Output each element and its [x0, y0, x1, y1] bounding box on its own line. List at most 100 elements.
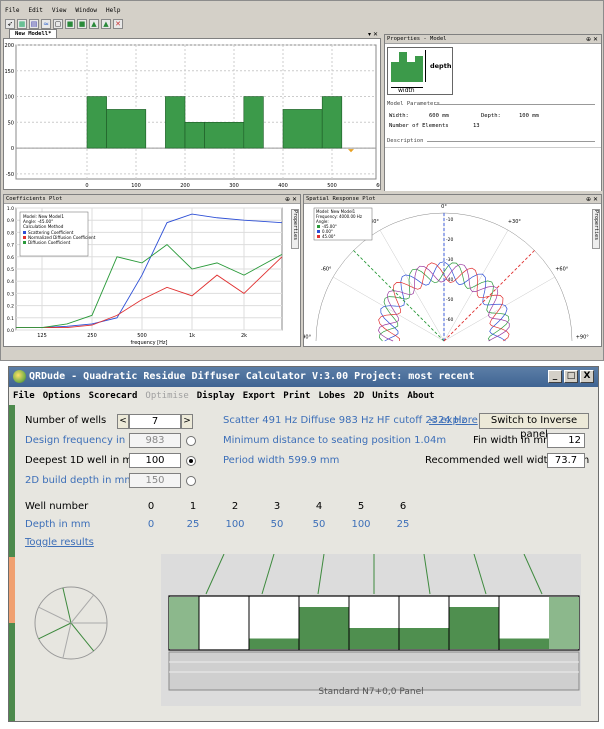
x-tick-label: 600	[376, 183, 380, 189]
elements-key: Number of Elements	[389, 123, 449, 129]
y-tick-label: -50	[6, 172, 14, 178]
left-accent-strip	[9, 405, 15, 721]
phase-dial	[34, 586, 108, 660]
triangle-tool-icon[interactable]: ▲	[89, 19, 99, 29]
build-depth-radio[interactable]	[186, 476, 196, 486]
menu-edit[interactable]: Edit	[28, 7, 42, 14]
close-icon[interactable]: ⊕ ✕	[586, 35, 598, 44]
explore-link[interactable]: < explore	[429, 415, 478, 426]
x-tick-label: 125	[37, 333, 47, 339]
modeller-toolbar: ➶ ▦ ▤ ≈ ▢ ■ ■ ▲ ▲ ✕	[5, 19, 123, 29]
x-tick-label: 0	[85, 183, 88, 189]
panel-well	[349, 628, 399, 649]
angle-label: 0°	[441, 204, 447, 210]
window-controls: _ □ X	[548, 370, 594, 383]
menu-scorecard[interactable]: Scorecard	[89, 388, 138, 404]
angle-label: +60°	[555, 267, 569, 273]
model-tool-icon[interactable]: ▦	[17, 19, 27, 29]
toggle-results-link[interactable]: Toggle results	[25, 537, 94, 548]
y-tick-label: 0.3	[7, 291, 14, 297]
x-tick-label: 500	[327, 183, 337, 189]
build-depth-field[interactable]: 150	[129, 473, 181, 488]
close-button[interactable]: X	[580, 370, 594, 383]
menu-view[interactable]: View	[52, 7, 66, 14]
panel-well	[249, 638, 299, 649]
triangle2-tool-icon[interactable]: ▲	[101, 19, 111, 29]
menu-file[interactable]: File	[5, 7, 19, 14]
close-icon[interactable]: ⊕ ✕	[586, 195, 598, 204]
menu-about[interactable]: About	[407, 388, 434, 404]
diagram-well	[391, 62, 399, 82]
calculate-tool-icon[interactable]: ✕	[113, 19, 123, 29]
tab-new-model[interactable]: New Modell*	[9, 29, 58, 38]
model-well	[86, 96, 107, 149]
y-tick-label: 0.4	[7, 279, 14, 285]
number-of-wells-field[interactable]: 7	[129, 414, 181, 429]
well-number-cell: 0	[147, 501, 155, 512]
coefficients-panel: Coefficients Plot ⊕ ✕ 1.0 0.9 0.8 0.7 0.6 0.5…	[3, 194, 301, 347]
green-block2-icon[interactable]: ■	[77, 19, 87, 29]
menu-options[interactable]: Options	[43, 388, 81, 404]
chart-tool-icon[interactable]: ▤	[29, 19, 39, 29]
menu-print[interactable]: Print	[283, 388, 310, 404]
legend-swatch	[317, 230, 320, 233]
deepest-well-field[interactable]: 100	[129, 453, 181, 468]
period-width-info: Period width 599.9 mm	[223, 455, 340, 466]
menu-optimise: Optimise	[145, 391, 189, 401]
model-cross-section: 200150100500-500100200300400500600	[4, 43, 385, 189]
y-tick-label: 0	[11, 146, 14, 152]
switch-inverse-panel-button[interactable]: Switch to Inverse panel	[479, 413, 589, 440]
menu-2d[interactable]: 2D	[353, 388, 364, 404]
properties-side-tab[interactable]: Properties	[291, 209, 299, 249]
qrdude-menubar: File Options Scorecard Optimise Display …	[11, 388, 434, 404]
minimize-button[interactable]: _	[548, 370, 562, 383]
modeller-menubar: File Edit View Window Help	[5, 7, 121, 14]
wave-tool-icon[interactable]: ≈	[41, 19, 51, 29]
coefficients-title: Coefficients Plot	[4, 195, 300, 204]
recommended-width-field[interactable]: 73.7	[547, 453, 585, 468]
properties-panel: Properties - Model ⊕ ✕ depth width Model…	[384, 34, 602, 191]
model-params-header: Model Parameters	[387, 101, 440, 107]
menu-display[interactable]: Display	[197, 388, 235, 404]
green-block-icon[interactable]: ■	[65, 19, 75, 29]
menu-help[interactable]: Help	[106, 7, 120, 14]
y-tick-label: 0.8	[7, 230, 14, 236]
model-editor-panel: ▾ ✕ 200150100500-500100200300400500600	[3, 31, 386, 190]
well-number-cell: 3	[273, 501, 281, 512]
x-tick-label: 100	[131, 183, 141, 189]
diffuser-panel-view	[161, 554, 581, 706]
well-number-cell: 1	[189, 501, 197, 512]
panel-well	[449, 607, 499, 649]
design-frequency-radio[interactable]	[186, 436, 196, 446]
design-frequency-field[interactable]: 983	[129, 433, 181, 448]
fin-width-field[interactable]: 12	[547, 433, 585, 448]
y-tick-label: 0.1	[7, 316, 14, 322]
well-depth-cell: 100	[225, 519, 245, 530]
model-well	[282, 109, 323, 149]
menu-lobes[interactable]: Lobes	[318, 388, 345, 404]
y-tick-label: 200	[4, 43, 14, 49]
menu-window[interactable]: Window	[75, 7, 97, 14]
properties-side-tab[interactable]: Properties	[592, 209, 600, 249]
close-icon[interactable]: ▾ ✕	[368, 30, 378, 39]
close-icon[interactable]: ⊕ ✕	[285, 195, 297, 204]
description-field[interactable]	[385, 147, 601, 191]
well-depth-cell: 50	[270, 519, 284, 530]
increase-wells-button[interactable]: >	[181, 414, 193, 429]
app-icon	[13, 370, 26, 383]
menu-units[interactable]: Units	[372, 388, 399, 404]
fin-width-label: Fin width in mm	[473, 435, 553, 446]
ring-label: -30	[446, 257, 453, 263]
elements-value: 13	[473, 123, 480, 129]
well-number-cell: 5	[357, 501, 365, 512]
coefficients-chart: 1.0 0.9 0.8 0.7 0.6 0.5 0.4 0.3 0.2 0.1 0.0 125 250 5…	[7, 206, 283, 346]
menu-file[interactable]: File	[13, 388, 35, 404]
panel-end-cap	[549, 597, 579, 649]
y-tick-label: 0.5	[7, 267, 14, 273]
pointer-tool-icon[interactable]: ➶	[5, 19, 15, 29]
maximize-button[interactable]: □	[564, 370, 578, 383]
document-tool-icon[interactable]: ▢	[53, 19, 63, 29]
deepest-well-radio[interactable]	[186, 456, 196, 466]
menu-export[interactable]: Export	[243, 388, 276, 404]
decrease-wells-button[interactable]: <	[117, 414, 129, 429]
